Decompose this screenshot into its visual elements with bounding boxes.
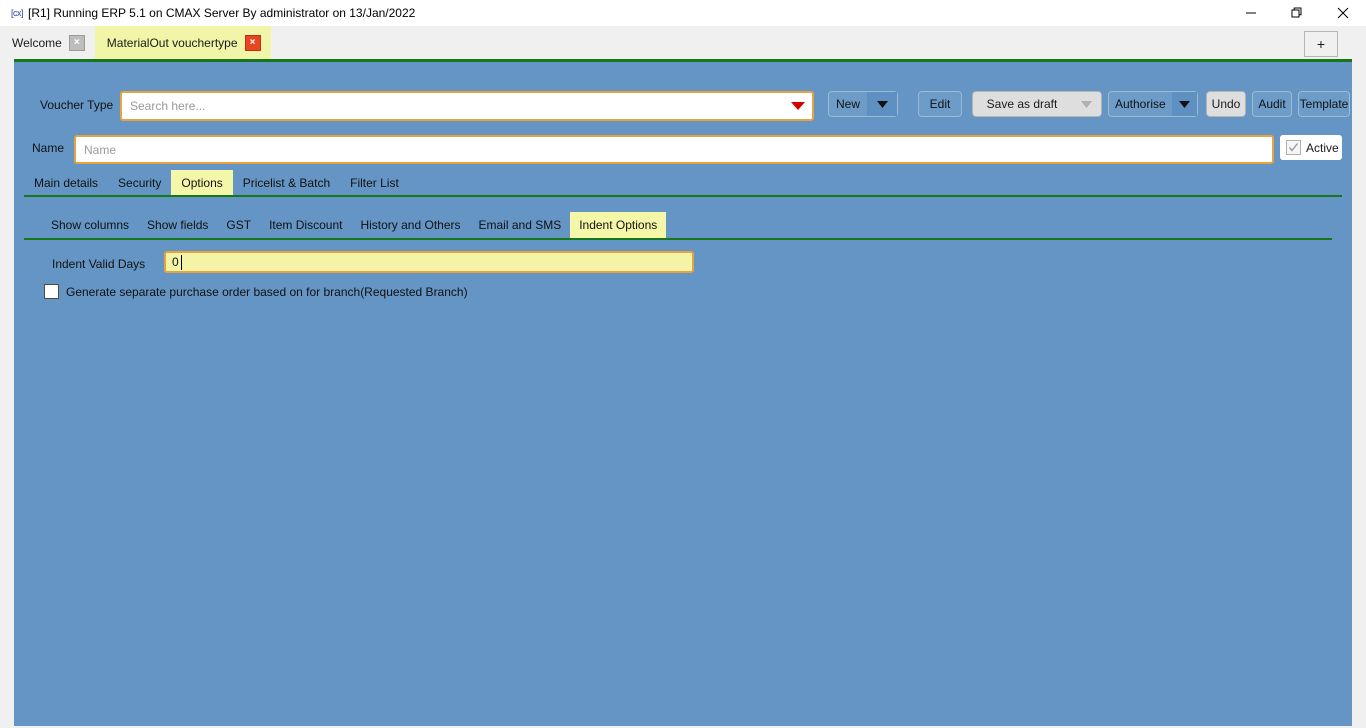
subtab-indent-options[interactable]: Indent Options: [570, 212, 667, 238]
app-icon: [cx]: [10, 8, 24, 18]
tab-pricelist-batch-label: Pricelist & Batch: [242, 175, 331, 190]
authorise-dropdown-arrow-icon[interactable]: [1171, 92, 1197, 116]
subtab-show-columns-label: Show columns: [51, 218, 130, 232]
active-label: Active: [1306, 140, 1339, 155]
window-controls: [1228, 0, 1366, 26]
subtab-item-discount-label: Item Discount: [269, 218, 343, 232]
audit-button[interactable]: Audit: [1252, 91, 1292, 117]
sub-tab-underline: [24, 238, 1332, 240]
new-button[interactable]: New: [828, 91, 898, 117]
save-as-draft-label: Save as draft: [986, 97, 1058, 111]
window-title: [R1] Running ERP 5.1 on CMAX Server By a…: [28, 6, 416, 20]
indent-valid-days-input[interactable]: [164, 251, 694, 273]
edit-button-label: Edit: [929, 97, 951, 111]
audit-button-label: Audit: [1258, 97, 1286, 111]
tab-main-details[interactable]: Main details: [24, 170, 108, 195]
name-input[interactable]: [76, 137, 1272, 162]
voucher-type-label: Voucher Type: [40, 98, 114, 112]
tab-options-label: Options: [181, 175, 223, 190]
main-tab-underline: [24, 195, 1342, 197]
tab-materialout-vouchertype-close-icon[interactable]: ×: [244, 34, 261, 51]
restore-icon[interactable]: [1274, 0, 1320, 26]
subtab-history-and-others-label: History and Others: [360, 218, 461, 232]
subtab-email-and-sms[interactable]: Email and SMS: [470, 212, 571, 238]
new-button-label: New: [835, 97, 860, 111]
close-icon[interactable]: [1320, 0, 1366, 26]
tab-security-label: Security: [118, 175, 162, 190]
tab-main-details-label: Main details: [34, 175, 99, 190]
tab-pricelist-batch[interactable]: Pricelist & Batch: [233, 170, 340, 195]
tab-filter-list[interactable]: Filter List: [340, 170, 409, 195]
subtab-item-discount[interactable]: Item Discount: [260, 212, 351, 238]
new-dropdown-arrow-icon[interactable]: [867, 92, 897, 116]
template-button-label: Template: [1299, 97, 1349, 111]
active-checkbox[interactable]: [1286, 140, 1301, 155]
edit-button[interactable]: Edit: [918, 91, 962, 117]
active-checkbox-group[interactable]: Active: [1280, 135, 1342, 160]
new-tab-button[interactable]: +: [1304, 31, 1338, 57]
tab-materialout-vouchertype[interactable]: MaterialOut vouchertype ×: [94, 26, 271, 59]
document-tabstrip: Welcome × MaterialOut vouchertype × +: [0, 26, 1366, 59]
tab-filter-list-label: Filter List: [350, 175, 399, 190]
name-label: Name: [32, 141, 65, 155]
subtab-email-and-sms-label: Email and SMS: [478, 218, 562, 232]
tab-welcome-label: Welcome: [12, 35, 62, 50]
subtab-show-fields-label: Show fields: [147, 218, 209, 232]
window-titlebar: [cx] [R1] Running ERP 5.1 on CMAX Server…: [0, 0, 1366, 26]
text-cursor: [181, 255, 182, 270]
dropdown-caret-icon[interactable]: [784, 101, 812, 111]
minimize-icon[interactable]: [1228, 0, 1274, 26]
subtab-gst[interactable]: GST: [217, 212, 260, 238]
subtab-indent-options-label: Indent Options: [579, 218, 658, 232]
save-as-draft-dropdown-arrow-icon[interactable]: [1071, 92, 1101, 116]
separate-po-label: Generate separate purchase order based o…: [66, 284, 468, 299]
main-tab-bar: Main details Security Options Pricelist …: [14, 170, 1352, 195]
subtab-show-fields[interactable]: Show fields: [138, 212, 217, 238]
separate-po-checkbox[interactable]: [44, 284, 59, 299]
save-as-draft-button[interactable]: Save as draft: [972, 91, 1102, 117]
tab-options[interactable]: Options: [171, 170, 233, 195]
main-content-panel: Voucher Type New Edit Save as draft Auth…: [14, 62, 1352, 726]
subtab-history-and-others[interactable]: History and Others: [351, 212, 469, 238]
undo-button[interactable]: Undo: [1206, 91, 1246, 117]
tab-materialout-vouchertype-label: MaterialOut vouchertype: [106, 35, 238, 50]
separate-po-checkbox-group[interactable]: Generate separate purchase order based o…: [44, 284, 468, 299]
subtab-gst-label: GST: [226, 218, 252, 232]
name-field-wrapper[interactable]: [74, 135, 1274, 164]
indent-valid-days-label: Indent Valid Days: [52, 257, 146, 271]
subtab-show-columns[interactable]: Show columns: [42, 212, 138, 238]
tab-welcome-close-icon[interactable]: ×: [68, 34, 85, 51]
tab-welcome[interactable]: Welcome ×: [0, 26, 95, 59]
authorise-button-label: Authorise: [1115, 97, 1166, 111]
voucher-type-search[interactable]: [120, 91, 814, 121]
undo-button-label: Undo: [1211, 97, 1241, 111]
template-button[interactable]: Template: [1298, 91, 1350, 117]
sub-tab-bar: Show columns Show fields GST Item Discou…: [14, 212, 1352, 238]
name-row: Name Active: [14, 135, 1352, 164]
authorise-button[interactable]: Authorise: [1108, 91, 1198, 117]
search-input[interactable]: [122, 93, 784, 119]
tab-security[interactable]: Security: [108, 170, 171, 195]
voucher-type-row: Voucher Type New Edit Save as draft Auth…: [14, 91, 1352, 121]
